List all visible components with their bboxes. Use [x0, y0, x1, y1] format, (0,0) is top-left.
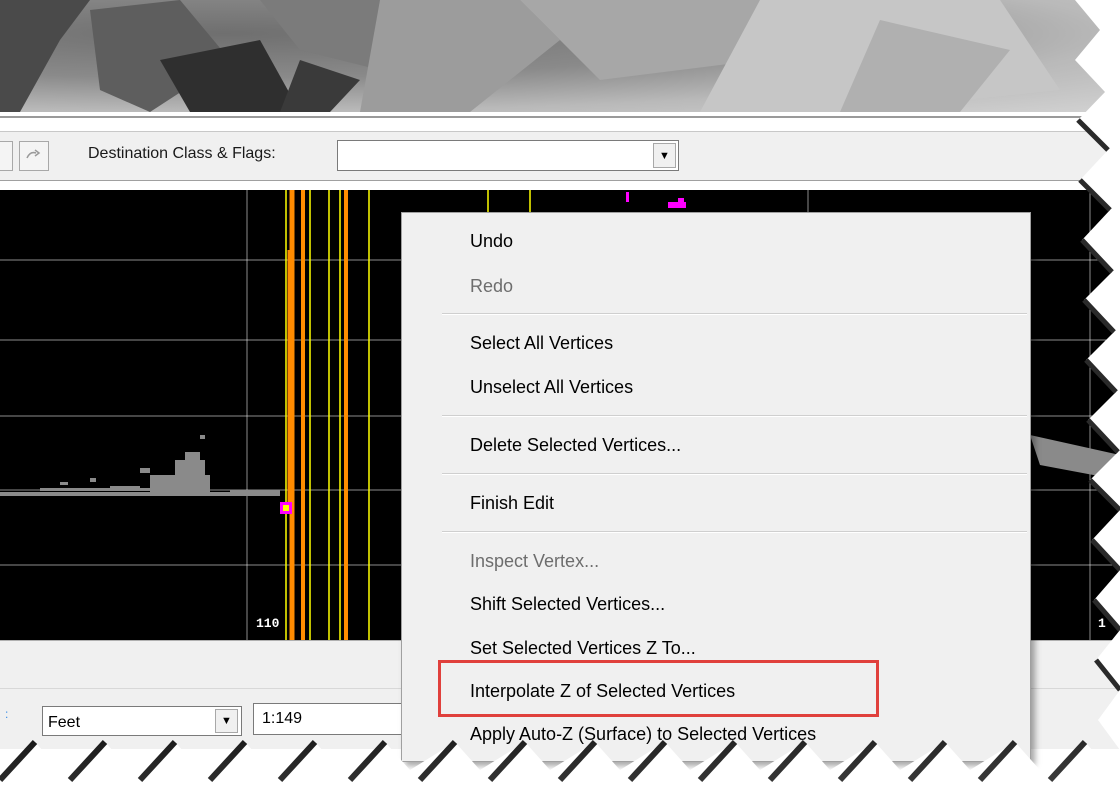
screenshot-scene: Destination Class & Flags: ▼ 110 1: Fee…: [0, 0, 1120, 803]
torn-edge-decoration: [0, 0, 1120, 803]
